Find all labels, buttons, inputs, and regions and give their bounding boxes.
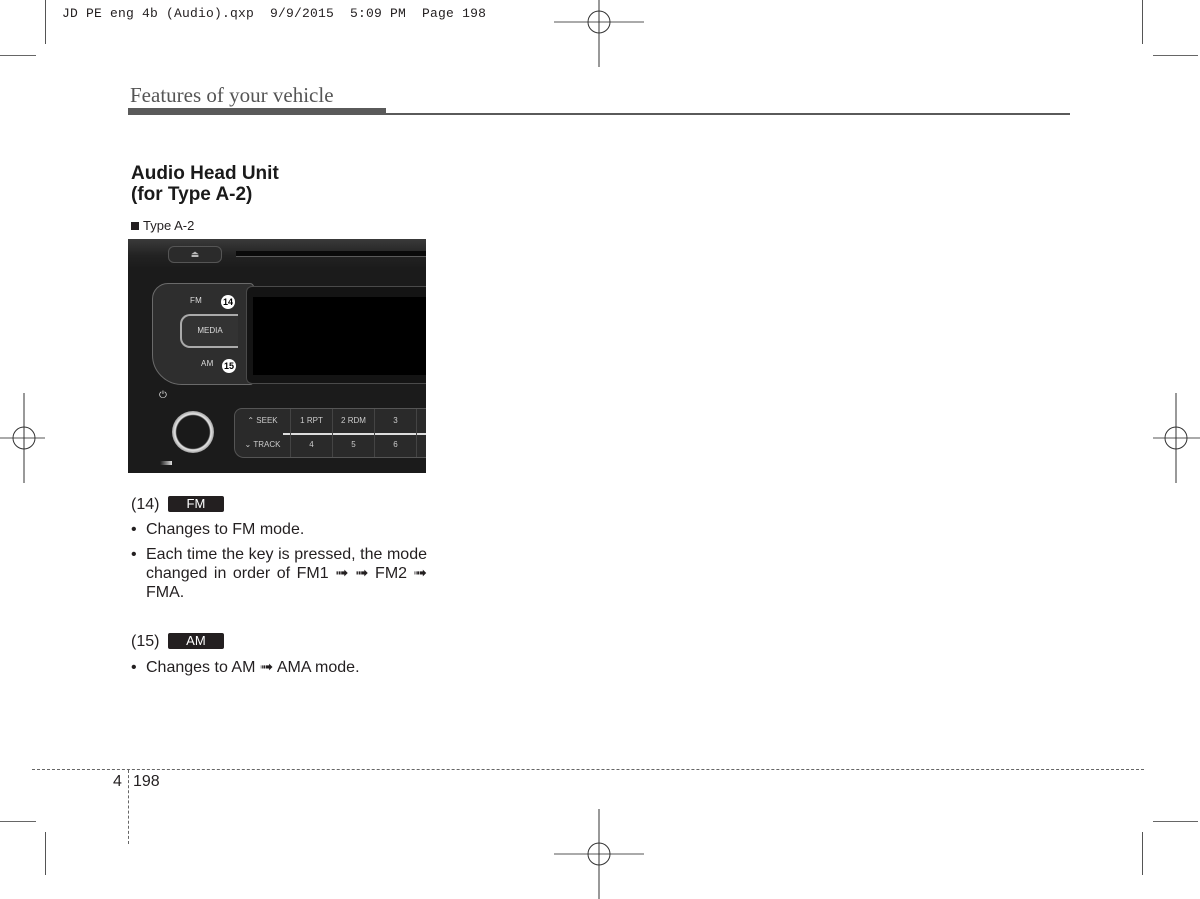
crop-mark-top-left-horizontal [0, 55, 36, 56]
am-key-badge: AM [167, 633, 224, 649]
item-number: (14) [131, 496, 160, 513]
item-15-bullets: Changes to AM ➟ AMA mode. [131, 658, 427, 683]
preset-button-panel: ⌃ SEEK 1 RPT 2 RDM 3 ⌄ TRACK 4 5 6 [234, 408, 426, 458]
heading-line-2: (for Type A-2) [131, 184, 253, 205]
display-screen [253, 297, 426, 375]
preset-1-button: 1 RPT [291, 409, 333, 433]
page-heading: Audio Head Unit (for Type A-2) [131, 163, 279, 205]
preset-6-button: 6 [375, 433, 417, 457]
item-number: (15) [131, 633, 160, 650]
crop-mark-top-right-horizontal [1153, 55, 1198, 56]
crop-mark-bottom-left-horizontal [0, 821, 36, 822]
audio-head-unit-image: ⏏ FM 14 MEDIA AM 15 ⏻ ⌃ SEEK 1 RPT 2 RDM… [128, 239, 426, 473]
crop-mark-top-right-vertical [1142, 0, 1143, 44]
seek-button: ⌃ SEEK [235, 409, 291, 433]
crop-mark-bottom-right-vertical [1142, 832, 1143, 875]
preset-3-button: 3 [375, 409, 417, 433]
media-button: MEDIA [180, 314, 238, 348]
footer-rule [32, 769, 1144, 770]
heading-line-1: Audio Head Unit [131, 163, 279, 184]
preset-row-top: ⌃ SEEK 1 RPT 2 RDM 3 [235, 409, 426, 433]
callout-14: 14 [221, 295, 235, 309]
preset-5-button: 5 [333, 433, 375, 457]
registration-mark-right-icon [1153, 393, 1200, 483]
callout-15: 15 [222, 359, 236, 373]
figure-caption: Type A-2 [131, 218, 194, 233]
preset-row-bottom: ⌄ TRACK 4 5 6 [235, 433, 426, 457]
bullet-item: Changes to AM ➟ AMA mode. [131, 658, 427, 677]
section-title: Features of your vehicle [130, 83, 334, 107]
preset-2-button: 2 RDM [333, 409, 375, 433]
header-rule-thin [386, 113, 1070, 115]
crop-mark-top-left-vertical [45, 0, 46, 44]
item-14-bullets: Changes to FM mode. Each time the key is… [131, 520, 427, 608]
preset-4-button: 4 [291, 433, 333, 457]
fm-button-label: FM [190, 296, 203, 305]
item-14-heading: (14) FM [131, 496, 224, 514]
header-rule-thick [128, 108, 386, 115]
eject-button: ⏏ [168, 246, 222, 263]
fm-key-badge: FM [167, 496, 224, 512]
crop-mark-bottom-left-vertical [45, 832, 46, 875]
item-15-heading: (15) AM [131, 633, 224, 651]
registration-mark-top-icon [554, 0, 644, 67]
power-icon: ⏻ [159, 390, 167, 401]
registration-mark-bottom-icon [554, 809, 644, 899]
square-bullet-icon [131, 222, 139, 230]
crop-mark-bottom-right-horizontal [1153, 821, 1198, 822]
footer-divider [128, 770, 129, 844]
bullet-item: Each time the key is pressed, the mode c… [131, 545, 427, 602]
figure-caption-text: Type A-2 [143, 218, 195, 233]
volume-knob [172, 411, 214, 453]
volume-indicator-icon [160, 461, 172, 465]
section-number: 4 [113, 773, 122, 790]
bullet-item: Changes to FM mode. [131, 520, 427, 539]
track-button: ⌄ TRACK [235, 433, 291, 457]
cd-slot [236, 251, 426, 257]
page-number: 198 [133, 773, 160, 790]
print-slug: JD PE eng 4b (Audio).qxp 9/9/2015 5:09 P… [62, 6, 487, 21]
registration-mark-left-icon [0, 393, 45, 483]
am-button-label: AM [201, 359, 214, 368]
